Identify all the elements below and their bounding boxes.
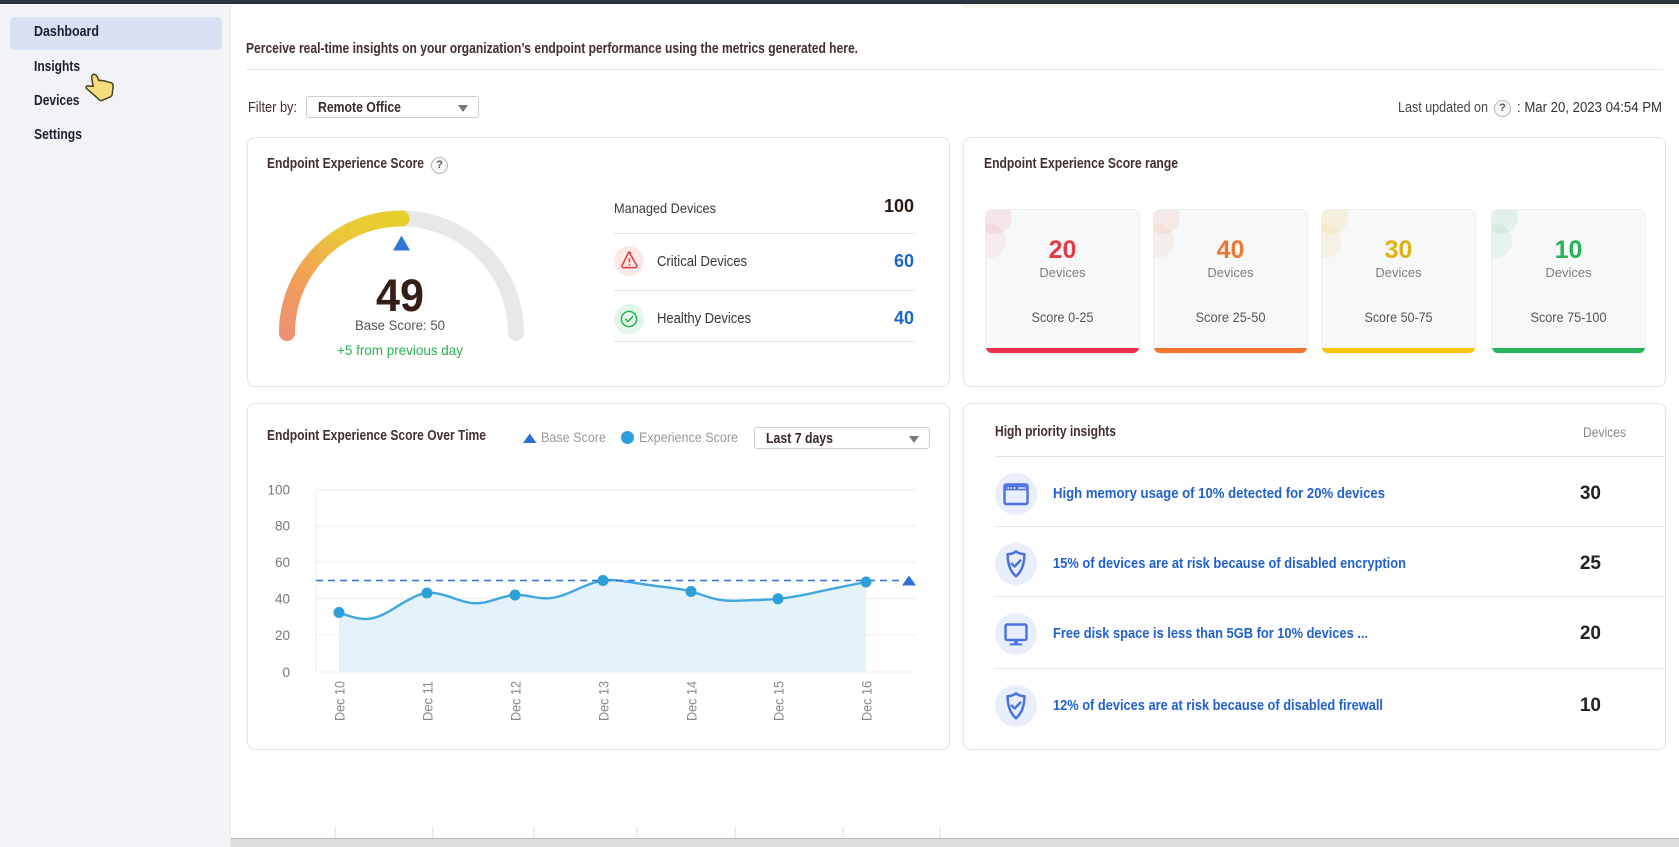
svg-text:60: 60: [275, 555, 290, 570]
svg-text:20: 20: [275, 628, 290, 643]
svg-text:Dec 12: Dec 12: [509, 681, 524, 721]
svg-text:Dec 11: Dec 11: [421, 681, 436, 721]
svg-text:Dec 13: Dec 13: [597, 681, 612, 721]
svg-text:Dec 15: Dec 15: [772, 681, 787, 721]
svg-text:Dec 16: Dec 16: [860, 681, 875, 721]
svg-text:0: 0: [282, 665, 290, 680]
svg-text:Dec 14: Dec 14: [685, 681, 700, 721]
svg-text:Dec 10: Dec 10: [333, 681, 348, 721]
svg-text:80: 80: [275, 519, 290, 534]
svg-text:40: 40: [275, 591, 290, 606]
svg-text:100: 100: [267, 483, 290, 498]
